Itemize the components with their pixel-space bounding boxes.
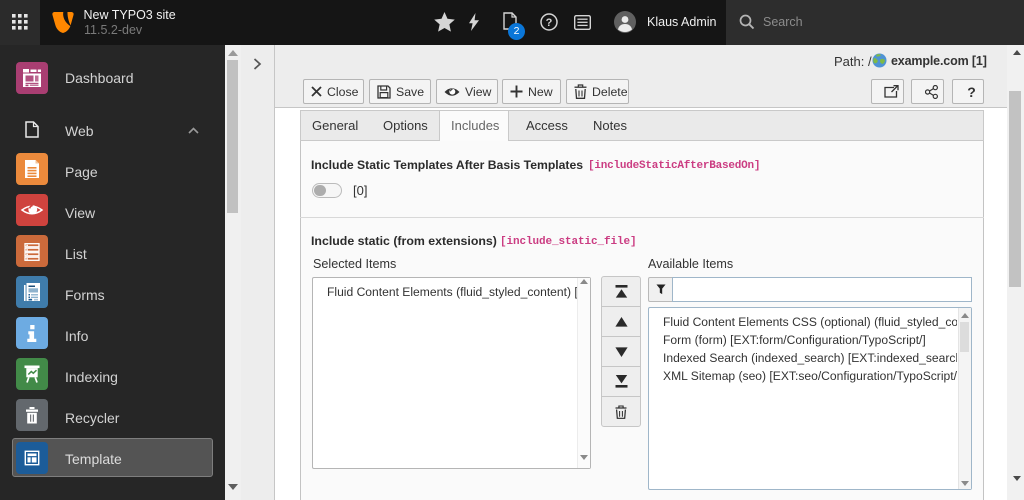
svg-text:?: ?: [546, 17, 553, 29]
